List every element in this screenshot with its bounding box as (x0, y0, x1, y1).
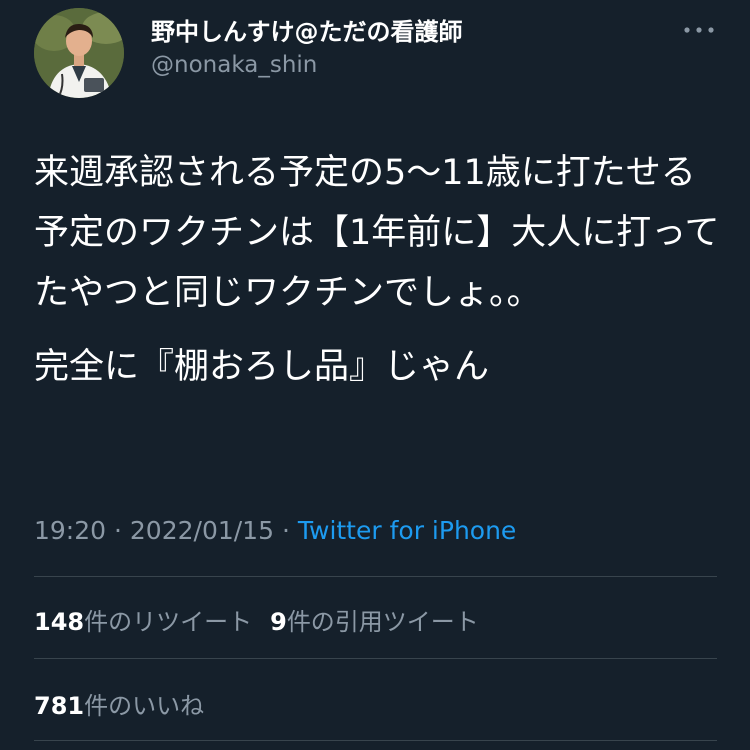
author-display-name[interactable]: 野中しんすけ@ただの看護師 (151, 12, 463, 47)
tweet-date[interactable]: 2022/01/15 (130, 516, 274, 545)
tweet-source-link[interactable]: Twitter for iPhone (298, 516, 516, 545)
divider (34, 740, 717, 741)
likes-label: 件のいいね (84, 692, 205, 720)
profile-photo-illustration (34, 8, 124, 98)
meta-separator: · (114, 516, 122, 545)
retweets-label: 件のリツイート (84, 608, 253, 636)
retweets-stat[interactable]: 148件のリツイート (34, 602, 252, 637)
engagement-stats-row: 148件のリツイート 9件の引用ツイート (34, 602, 479, 637)
meta-separator: · (281, 516, 290, 545)
likes-count: 781 (34, 692, 85, 720)
quote-tweets-label: 件の引用ツイート (286, 608, 479, 636)
divider (34, 576, 717, 577)
tweet-time[interactable]: 19:20 (34, 516, 106, 545)
tweet-text-paragraph: 来週承認される予定の5〜11歳に打たせる予定のワクチンは【1年前に】大人に打って… (34, 153, 720, 313)
quote-tweets-stat[interactable]: 9件の引用ツイート (270, 602, 479, 637)
tweet-header: 野中しんすけ@ただの看護師 @nonaka_shin (0, 0, 750, 120)
more-horizontal-icon[interactable] (681, 18, 717, 42)
tweet-metadata: 19:20 · 2022/01/15 · Twitter for iPhone (34, 516, 516, 545)
tweet-text-paragraph: 完全に『棚おろし品』じゃん (34, 347, 490, 387)
likes-stats-row: 781件のいいね (34, 686, 204, 721)
retweets-count: 148 (34, 608, 85, 636)
author-handle[interactable]: @nonaka_shin (151, 52, 317, 78)
quote-tweets-count: 9 (270, 608, 287, 636)
likes-stat[interactable]: 781件のいいね (34, 686, 204, 721)
tweet-text: 来週承認される予定の5〜11歳に打たせる予定のワクチンは【1年前に】大人に打って… (34, 143, 724, 397)
avatar[interactable] (34, 8, 124, 98)
divider (34, 658, 717, 659)
